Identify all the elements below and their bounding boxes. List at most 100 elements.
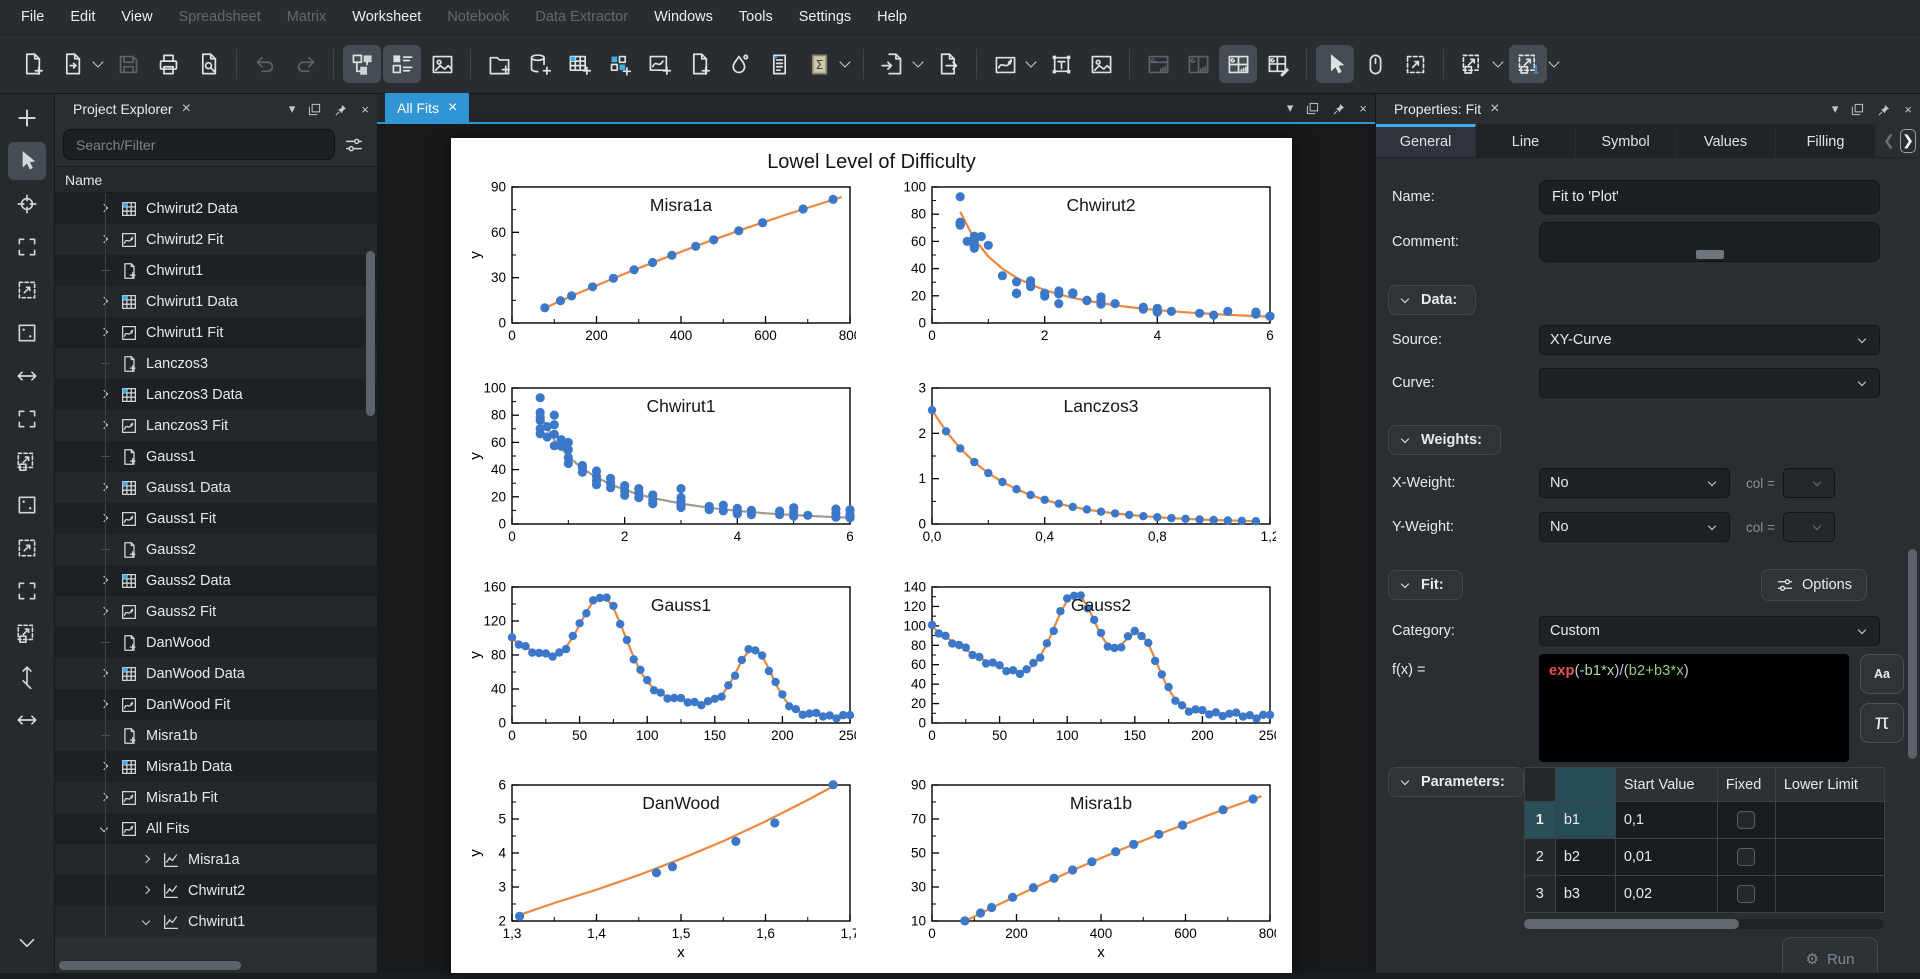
select-mode-button[interactable] bbox=[8, 142, 46, 180]
zoom-x-button[interactable] bbox=[8, 529, 46, 567]
plot-misra1a[interactable]: 0 200 400 600 800 0 30 60 90 Misra1a y bbox=[466, 181, 856, 381]
add-element-button[interactable] bbox=[8, 99, 46, 137]
worksheet-canvas[interactable]: Lowel Level of Difficulty 02004006008000… bbox=[451, 138, 1292, 973]
tab-project-explorer[interactable]: Project Explorer × bbox=[63, 94, 201, 124]
properties-tab-line[interactable]: Line bbox=[1476, 124, 1576, 157]
tree-item-misra1b-fit[interactable]: Misra1b Fit bbox=[55, 782, 377, 813]
shift-y-range-button[interactable] bbox=[8, 658, 46, 696]
dock-menu-icon[interactable]: ▾ bbox=[1287, 100, 1294, 116]
tree-item-danwood-data[interactable]: DanWood Data bbox=[55, 658, 377, 689]
dock-close-icon[interactable]: × bbox=[361, 102, 369, 117]
print-preview-button[interactable] bbox=[189, 45, 227, 83]
export-button[interactable] bbox=[929, 45, 967, 83]
tree-item-chwirut2[interactable]: Chwirut2 bbox=[55, 875, 377, 906]
parameters-hscrollbar[interactable] bbox=[1523, 919, 1884, 929]
properties-explorer-toggle-button[interactable] bbox=[383, 45, 421, 83]
constants-button[interactable]: π bbox=[1860, 703, 1904, 743]
new-spreadsheet-button[interactable] bbox=[560, 45, 598, 83]
filter-options-icon[interactable] bbox=[339, 130, 369, 160]
data-range-button[interactable] bbox=[8, 486, 46, 524]
parameter-row-b2[interactable]: 2 b2 0,01 bbox=[1523, 838, 1885, 876]
tree-expander-icon[interactable] bbox=[137, 885, 157, 895]
menu-view[interactable]: View bbox=[108, 0, 165, 34]
y-weight-col-dropdown[interactable] bbox=[1782, 512, 1835, 542]
print-button[interactable] bbox=[149, 45, 187, 83]
tab-properties-fit[interactable]: Properties: Fit × bbox=[1384, 94, 1509, 124]
tree-vertical-scrollbar[interactable] bbox=[366, 251, 375, 416]
select-data-region-button[interactable] bbox=[8, 314, 46, 352]
import-button[interactable] bbox=[873, 45, 911, 83]
tree-item-lanczos3-data[interactable]: Lanczos3 Data bbox=[55, 379, 377, 410]
new-note-button[interactable] bbox=[680, 45, 718, 83]
parameter-row-b1[interactable]: 1 b1 0,1 bbox=[1523, 801, 1885, 839]
menu-windows[interactable]: Windows bbox=[641, 0, 726, 34]
menu-edit[interactable]: Edit bbox=[57, 0, 108, 34]
menu-worksheet[interactable]: Worksheet bbox=[339, 0, 434, 34]
menu-help[interactable]: Help bbox=[864, 0, 920, 34]
worksheet-preview-button[interactable] bbox=[423, 45, 461, 83]
import-dropdown-icon[interactable] bbox=[912, 56, 924, 68]
formula-editor[interactable]: exp(-b1*x)/(b2+b3*x) bbox=[1539, 654, 1849, 762]
tree-item-lanczos3[interactable]: Lanczos3 bbox=[55, 348, 377, 379]
properties-scrollbar[interactable] bbox=[1908, 549, 1917, 759]
new-worksheet-button[interactable] bbox=[640, 45, 678, 83]
tree-horizontal-scrollbar[interactable] bbox=[59, 959, 373, 971]
plot-chwirut2[interactable]: 0 2 4 6 0 20 40 60 80 100 Chwirut2 bbox=[886, 181, 1276, 381]
new-workbook-button[interactable] bbox=[520, 45, 558, 83]
plot-misra1b[interactable]: 0 200 400 600 800 10 30 50 70 90 Misra1b x bbox=[886, 779, 1276, 979]
add-plot-dropdown-icon[interactable] bbox=[1025, 56, 1037, 68]
search-input[interactable] bbox=[63, 129, 335, 160]
add-image-button[interactable] bbox=[1082, 45, 1120, 83]
plot-gauss1[interactable]: 0 50 100 150 200 250 0 40 80 120 160 Gauss1 y bbox=[466, 581, 856, 781]
plot-gauss2[interactable]: 0 50 100 150 200 250 0 20 40 60 80 100 120 140 Gauss2 bbox=[886, 581, 1276, 781]
parameters-section-toggle[interactable]: Parameters: bbox=[1388, 767, 1524, 797]
dock-pin-icon[interactable] bbox=[334, 102, 349, 117]
close-tab-icon[interactable]: × bbox=[1490, 101, 1499, 117]
zoom-original-button[interactable]: 1 bbox=[1509, 45, 1547, 83]
zoom-fit-button[interactable] bbox=[8, 615, 46, 653]
tree-item-all-fits[interactable]: All Fits bbox=[55, 813, 377, 844]
dock-menu-icon[interactable]: ▾ bbox=[289, 101, 296, 117]
new-notebook-dropdown-icon[interactable] bbox=[839, 56, 851, 68]
fixed-checkbox[interactable] bbox=[1737, 885, 1756, 903]
navigate-mode-button[interactable] bbox=[1356, 45, 1394, 83]
x-weight-col-dropdown[interactable] bbox=[1782, 468, 1835, 498]
properties-tab-general[interactable]: General bbox=[1376, 124, 1476, 157]
tree-item-misra1a[interactable]: Misra1a bbox=[55, 844, 377, 875]
close-tab-icon[interactable]: × bbox=[448, 100, 457, 116]
tree-item-danwood-fit[interactable]: DanWood Fit bbox=[55, 689, 377, 720]
plot-chwirut1[interactable]: 0 2 4 6 0 20 40 60 80 100 Chwirut1 y bbox=[466, 382, 856, 582]
tree-item-chwirut1[interactable]: Chwirut1 bbox=[55, 906, 377, 937]
font-button[interactable]: Aa bbox=[1860, 654, 1904, 694]
curve-dropdown[interactable] bbox=[1539, 368, 1880, 398]
fixed-checkbox[interactable] bbox=[1737, 811, 1756, 829]
break-layout-button[interactable] bbox=[1259, 45, 1297, 83]
dock-close-icon[interactable]: × bbox=[1359, 101, 1367, 116]
tab-all-fits[interactable]: All Fits × bbox=[385, 93, 470, 123]
y-weight-dropdown[interactable]: No bbox=[1539, 512, 1730, 542]
tree-item-gauss1-data[interactable]: Gauss1 Data bbox=[55, 472, 377, 503]
new-notes-button[interactable] bbox=[760, 45, 798, 83]
category-dropdown[interactable]: Custom bbox=[1539, 616, 1880, 646]
tree-item-misra1b[interactable]: Misra1b bbox=[55, 720, 377, 751]
dock-pin-icon[interactable] bbox=[1332, 101, 1347, 116]
project-explorer-toggle-button[interactable] bbox=[343, 45, 381, 83]
new-matrix-button[interactable] bbox=[600, 45, 638, 83]
tree-column-header[interactable]: Name bbox=[55, 166, 377, 193]
select-mode-button[interactable] bbox=[1316, 45, 1354, 83]
tree-item-lanczos3-fit[interactable]: Lanczos3 Fit bbox=[55, 410, 377, 441]
zoom-y-button[interactable] bbox=[8, 572, 46, 610]
tree-item-gauss2-fit[interactable]: Gauss2 Fit bbox=[55, 596, 377, 627]
source-dropdown[interactable]: XY-Curve bbox=[1539, 325, 1880, 355]
parameter-row-b3[interactable]: 3 b3 0,02 bbox=[1523, 875, 1885, 913]
tree-expander-icon[interactable] bbox=[137, 854, 157, 864]
menu-file[interactable]: File bbox=[8, 0, 57, 34]
zoom-select-dropdown-icon[interactable] bbox=[1492, 56, 1504, 68]
parameters-table[interactable]: Start Value Fixed Lower Limit 1 b1 0,1 2 b2 0,0… bbox=[1523, 767, 1885, 913]
tree-expander-icon[interactable] bbox=[137, 916, 157, 926]
more-tools-button[interactable] bbox=[8, 924, 46, 962]
data-section-toggle[interactable]: Data: bbox=[1388, 285, 1477, 315]
menu-tools[interactable]: Tools bbox=[726, 0, 786, 34]
dock-menu-icon[interactable]: ▾ bbox=[1832, 101, 1839, 117]
plot-lanczos3[interactable]: 0,0 0,4 0,8 1,2 0 1 2 3 Lanczos3 bbox=[886, 382, 1276, 582]
